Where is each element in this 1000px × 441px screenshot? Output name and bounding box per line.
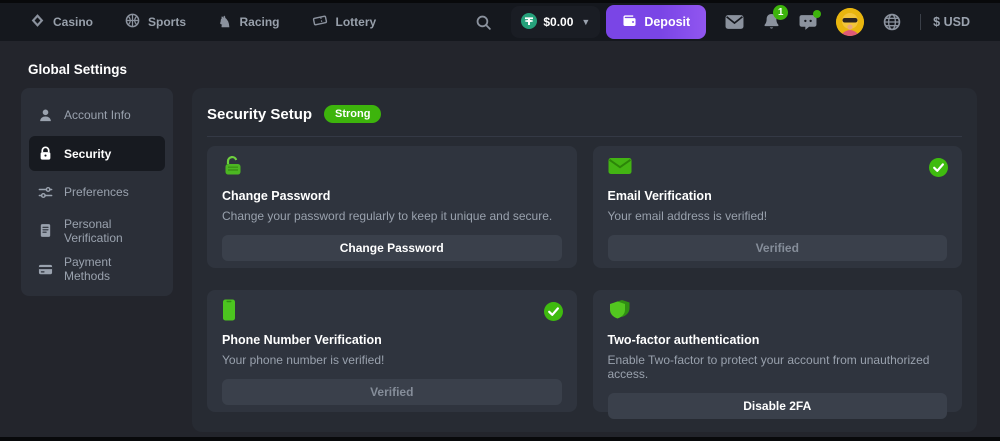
padlock-icon [222, 155, 562, 177]
document-icon [38, 223, 53, 238]
nav-item-label: Casino [53, 15, 93, 29]
nav-right-controls: $0.00 ▼ Deposit 1 [475, 5, 970, 39]
wallet-icon [622, 14, 637, 30]
security-cards-grid: Change Password Change your password reg… [192, 137, 977, 412]
chevron-down-icon: ▼ [581, 17, 590, 27]
chat-status-dot [813, 10, 821, 18]
wallet-controls: $0.00 ▼ Deposit [511, 5, 706, 39]
sidebar-item-label: Personal Verification [64, 217, 156, 245]
user-icon [38, 108, 53, 123]
email-verification-card: Email Verification Your email address is… [593, 146, 963, 268]
sports-icon [125, 13, 140, 31]
panel-header: Security Setup Strong [192, 88, 977, 136]
credit-card-icon [38, 262, 53, 277]
divider [920, 14, 921, 30]
preferences-icon [38, 185, 53, 200]
security-strength-badge: Strong [324, 105, 381, 123]
letterbox-top [0, 0, 1000, 3]
card-description: Your phone number is verified! [222, 353, 562, 367]
sidebar-item-label: Account Info [64, 108, 131, 122]
chat-button[interactable] [799, 14, 817, 31]
phone-verification-card: Phone Number Verification Your phone num… [207, 290, 577, 412]
casino-icon [30, 13, 45, 31]
balance-value: $0.00 [543, 15, 573, 29]
card-title: Phone Number Verification [222, 333, 562, 347]
nav-item-label: Sports [148, 15, 186, 29]
top-navigation-bar: Casino Sports ♞ Racing Lottery [0, 3, 1000, 41]
email-verified-button[interactable]: Verified [608, 235, 948, 261]
settings-sidebar: Account Info Security Preferences Person… [21, 88, 173, 296]
two-shields-icon [608, 299, 948, 321]
mail-icon [725, 14, 744, 30]
sidebar-item-preferences[interactable]: Preferences [29, 175, 165, 210]
card-description: Change your password regularly to keep i… [222, 209, 562, 223]
nav-item-label: Lottery [336, 15, 377, 29]
racing-icon: ♞ [218, 15, 231, 30]
user-avatar[interactable] [836, 8, 864, 36]
nav-item-lottery[interactable]: Lottery [312, 13, 377, 31]
balance-selector[interactable]: $0.00 ▼ [511, 6, 600, 38]
globe-icon [883, 13, 901, 31]
sidebar-item-security[interactable]: Security [29, 136, 165, 171]
change-password-card: Change Password Change your password reg… [207, 146, 577, 268]
app-screen: Casino Sports ♞ Racing Lottery [0, 0, 1000, 441]
nav-item-racing[interactable]: ♞ Racing [218, 15, 279, 30]
verified-check-icon [544, 302, 563, 326]
phone-icon [222, 299, 562, 321]
sidebar-item-personal-verification[interactable]: Personal Verification [29, 213, 165, 248]
change-password-button[interactable]: Change Password [222, 235, 562, 261]
nav-item-casino[interactable]: Casino [30, 13, 93, 31]
disable-2fa-button[interactable]: Disable 2FA [608, 393, 948, 419]
deposit-button[interactable]: Deposit [606, 5, 706, 39]
page-title: Global Settings [28, 62, 127, 77]
nav-links: Casino Sports ♞ Racing Lottery [30, 13, 376, 31]
nav-item-label: Racing [239, 15, 279, 29]
sidebar-item-payment-methods[interactable]: Payment Methods [29, 252, 165, 287]
sidebar-item-label: Preferences [64, 185, 129, 199]
panel-heading: Security Setup [207, 106, 312, 123]
nav-item-sports[interactable]: Sports [125, 13, 186, 31]
letterbox-bottom [0, 437, 1000, 441]
currency-label: $ USD [933, 15, 970, 29]
deposit-label: Deposit [644, 15, 690, 29]
sidebar-item-label: Payment Methods [64, 255, 156, 283]
currency-selector[interactable]: $ USD [920, 14, 970, 30]
notification-badge: 1 [773, 5, 788, 20]
two-factor-card: Two-factor authentication Enable Two-fac… [593, 290, 963, 412]
sidebar-item-label: Security [64, 147, 111, 161]
messages-button[interactable] [725, 14, 744, 30]
notifications-button[interactable]: 1 [763, 13, 780, 31]
search-button[interactable] [475, 14, 492, 31]
sidebar-item-account-info[interactable]: Account Info [29, 98, 165, 133]
lottery-icon [312, 13, 328, 31]
language-button[interactable] [883, 13, 901, 31]
phone-verified-button[interactable]: Verified [222, 379, 562, 405]
card-title: Change Password [222, 189, 562, 203]
security-setup-panel: Security Setup Strong Change Password Ch… [192, 88, 977, 432]
verified-check-icon [929, 158, 948, 182]
lock-icon [38, 146, 53, 161]
tether-coin-icon [521, 13, 537, 32]
card-title: Two-factor authentication [608, 333, 948, 347]
email-icon [608, 155, 948, 177]
search-icon [475, 14, 492, 31]
card-title: Email Verification [608, 189, 948, 203]
card-description: Your email address is verified! [608, 209, 948, 223]
avatar-image [836, 8, 864, 36]
card-description: Enable Two-factor to protect your accoun… [608, 353, 948, 381]
